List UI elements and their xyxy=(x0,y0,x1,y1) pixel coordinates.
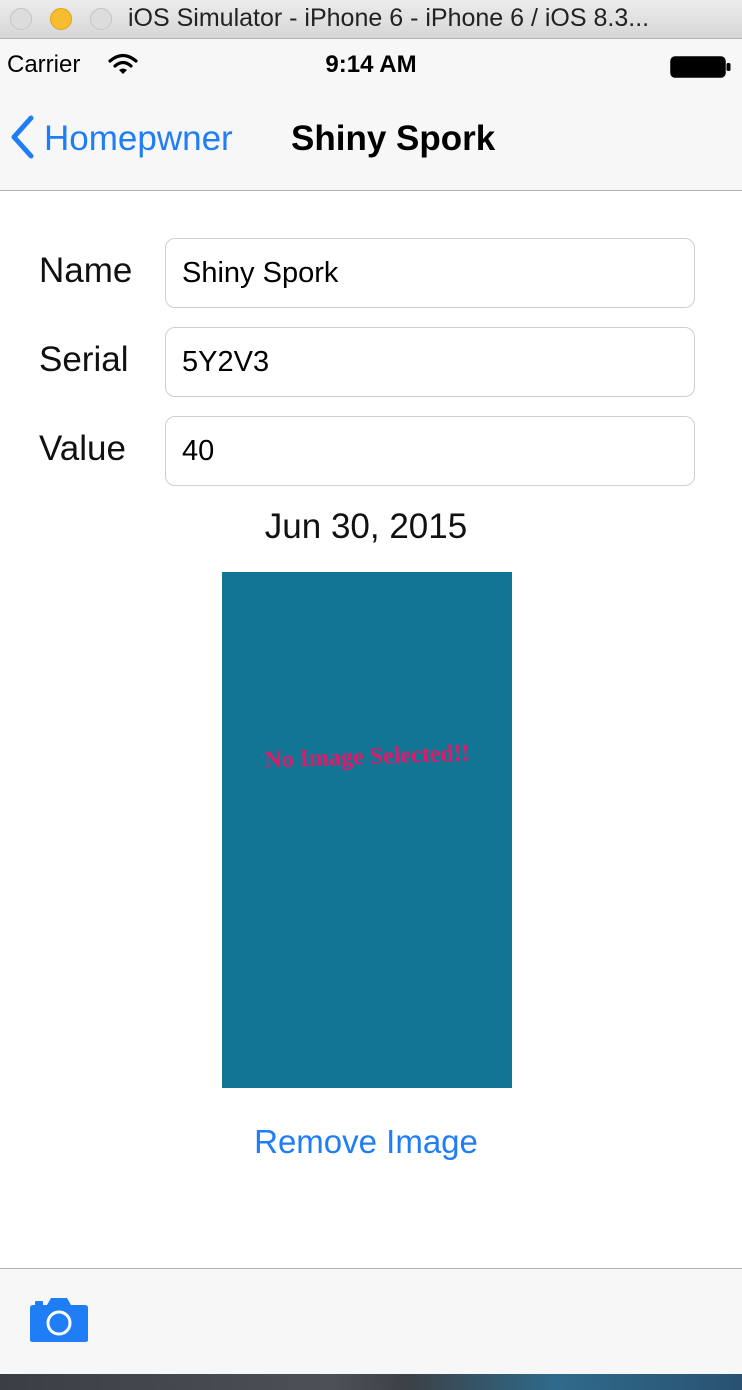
battery-icon xyxy=(670,56,732,83)
desktop-background-strip xyxy=(0,1374,742,1390)
status-time: 9:14 AM xyxy=(325,51,417,78)
chevron-left-icon xyxy=(10,115,34,164)
camera-icon[interactable] xyxy=(29,1297,89,1348)
item-image-view: No Image Selected!! xyxy=(222,572,512,1088)
serial-label: Serial xyxy=(39,340,129,379)
simulator-titlebar: iOS Simulator - iPhone 6 - iPhone 6 / iO… xyxy=(0,0,742,39)
window-zoom-button[interactable] xyxy=(90,8,112,30)
remove-image-button[interactable]: Remove Image xyxy=(0,1123,732,1161)
status-bar: Carrier 9:14 AM xyxy=(0,39,742,91)
value-field[interactable] xyxy=(165,416,695,486)
name-label: Name xyxy=(39,251,133,290)
window-close-button[interactable] xyxy=(10,8,32,30)
value-label: Value xyxy=(39,429,126,468)
name-field[interactable] xyxy=(165,238,695,308)
window-minimize-button[interactable] xyxy=(50,8,72,30)
date-created-label: Jun 30, 2015 xyxy=(264,507,468,546)
window-title: iOS Simulator - iPhone 6 - iPhone 6 / iO… xyxy=(128,4,650,32)
back-button[interactable]: Homepwner xyxy=(10,113,233,165)
page-title: Shiny Spork xyxy=(291,119,496,158)
bottom-toolbar xyxy=(0,1268,742,1374)
no-image-text: No Image Selected!! xyxy=(263,740,470,774)
back-button-label: Homepwner xyxy=(44,119,233,158)
serial-field[interactable] xyxy=(165,327,695,397)
navigation-bar: Homepwner Shiny Spork xyxy=(0,91,742,191)
item-detail-view: Name Serial Value Jun 30, 2015 No Image … xyxy=(0,191,742,1268)
